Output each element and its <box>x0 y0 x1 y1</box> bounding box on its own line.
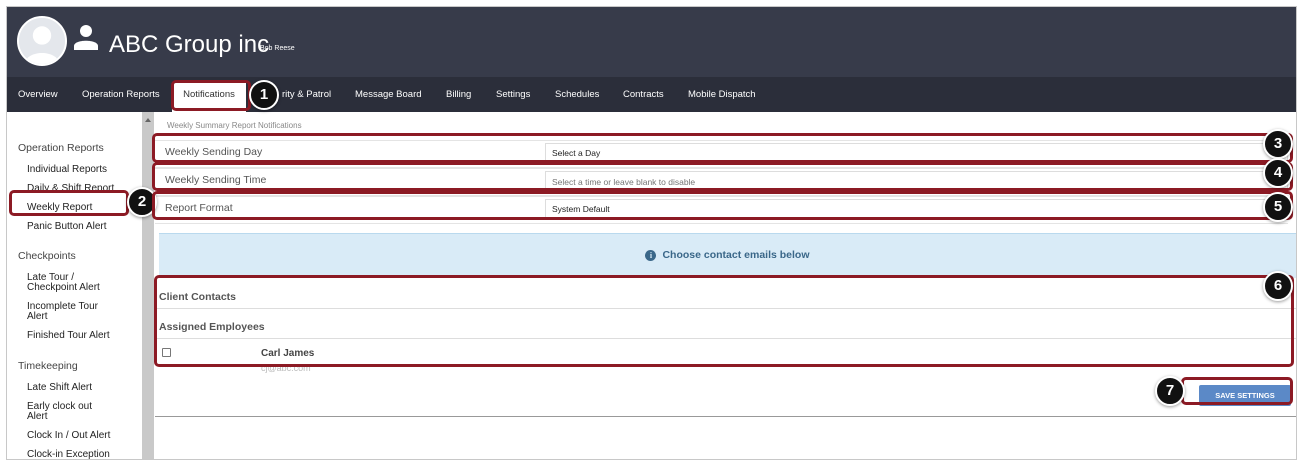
sidebar-heading-checkpoints: Checkpoints <box>18 250 76 262</box>
sidebar-item-individual-reports[interactable]: Individual Reports <box>27 165 107 175</box>
weekly-sending-time-row: Weekly Sending Time <box>155 168 1288 196</box>
nav-contracts[interactable]: Contracts <box>623 77 664 112</box>
user-name: Bob Reese <box>260 45 295 52</box>
sidebar-heading-timekeeping: Timekeeping <box>18 360 78 372</box>
nav-operation-reports[interactable]: Operation Reports <box>82 77 160 112</box>
weekly-sending-day-select[interactable]: Select a Day <box>545 143 1288 164</box>
contact-name: Carl James <box>261 348 315 359</box>
nav-overview[interactable]: Overview <box>18 77 58 112</box>
sidebar: Operation Reports Individual Reports Dai… <box>7 112 142 460</box>
nav-billing[interactable]: Billing <box>446 77 471 112</box>
callout-badge-6: 6 <box>1263 271 1293 301</box>
nav-notifications[interactable]: Notifications <box>172 82 246 112</box>
client-contacts-title: Client Contacts <box>159 291 237 303</box>
info-banner: i Choose contact emails below <box>159 233 1296 278</box>
callout-badge-4: 4 <box>1263 158 1293 188</box>
sidebar-item-weekly-report[interactable]: Weekly Report <box>27 203 92 213</box>
callout-badge-1: 1 <box>249 80 279 110</box>
sidebar-scrollbar[interactable] <box>142 112 154 459</box>
main-nav: Overview Operation Reports Notifications… <box>7 77 1296 112</box>
nav-notifications-label: Notifications <box>183 89 235 100</box>
callout-badge-5: 5 <box>1263 192 1293 222</box>
avatar[interactable] <box>17 16 67 66</box>
divider <box>155 338 1296 339</box>
sidebar-item-early-clock-out[interactable]: Early clock out Alert <box>27 402 92 422</box>
assigned-employees-title: Assigned Employees <box>159 321 265 333</box>
app-window: ABC Group inc Bob Reese Overview Operati… <box>6 6 1297 460</box>
contact-email: cj@abc.com <box>261 363 311 373</box>
nav-settings[interactable]: Settings <box>496 77 530 112</box>
nav-schedules[interactable]: Schedules <box>555 77 599 112</box>
sidebar-item-finished-tour[interactable]: Finished Tour Alert <box>27 331 110 341</box>
weekly-sending-day-label: Weekly Sending Day <box>165 146 263 158</box>
sidebar-heading-operation-reports: Operation Reports <box>18 142 104 154</box>
company-name: ABC Group inc <box>109 31 270 58</box>
main-content: Weekly Summary Report Notifications Week… <box>155 112 1296 459</box>
sidebar-item-clock-in-out[interactable]: Clock In / Out Alert <box>27 431 110 441</box>
info-icon: i <box>645 250 657 261</box>
user-icon <box>74 24 98 50</box>
info-banner-content: i Choose contact emails below <box>159 249 1296 261</box>
divider <box>155 308 1296 309</box>
report-format-label: Report Format <box>165 202 233 214</box>
sidebar-item-late-tour[interactable]: Late Tour / Checkpoint Alert <box>27 273 100 293</box>
save-settings-button[interactable]: SAVE SETTINGS <box>1199 385 1291 406</box>
sidebar-item-daily-shift-report[interactable]: Daily & Shift Report <box>27 184 114 194</box>
sidebar-item-late-shift[interactable]: Late Shift Alert <box>27 383 92 393</box>
sidebar-item-incomplete-tour[interactable]: Incomplete Tour Alert <box>27 302 98 322</box>
app-header: ABC Group inc Bob Reese <box>7 7 1296 77</box>
weekly-sending-day-row: Weekly Sending Day Select a Day <box>155 140 1288 168</box>
nav-message-board[interactable]: Message Board <box>355 77 422 112</box>
info-banner-text: Choose contact emails below <box>662 249 810 261</box>
report-format-select[interactable]: System Default <box>545 199 1288 220</box>
page-subtitle: Weekly Summary Report Notifications <box>167 121 302 130</box>
report-format-row: Report Format System Default <box>155 196 1288 224</box>
divider <box>155 416 1296 417</box>
sidebar-item-panic-button-alert[interactable]: Panic Button Alert <box>27 222 107 232</box>
nav-security-patrol[interactable]: rity & Patrol <box>282 77 331 112</box>
sidebar-item-clock-in-exception[interactable]: Clock-in Exception <box>27 450 110 460</box>
nav-mobile-dispatch[interactable]: Mobile Dispatch <box>688 77 756 112</box>
weekly-sending-time-label: Weekly Sending Time <box>165 174 267 186</box>
weekly-sending-time-input[interactable] <box>545 171 1288 192</box>
callout-badge-2: 2 <box>127 187 157 217</box>
scroll-up-arrow-icon[interactable] <box>145 118 151 122</box>
callout-badge-3: 3 <box>1263 129 1293 159</box>
callout-badge-7: 7 <box>1155 376 1185 406</box>
contact-checkbox[interactable] <box>162 348 171 357</box>
